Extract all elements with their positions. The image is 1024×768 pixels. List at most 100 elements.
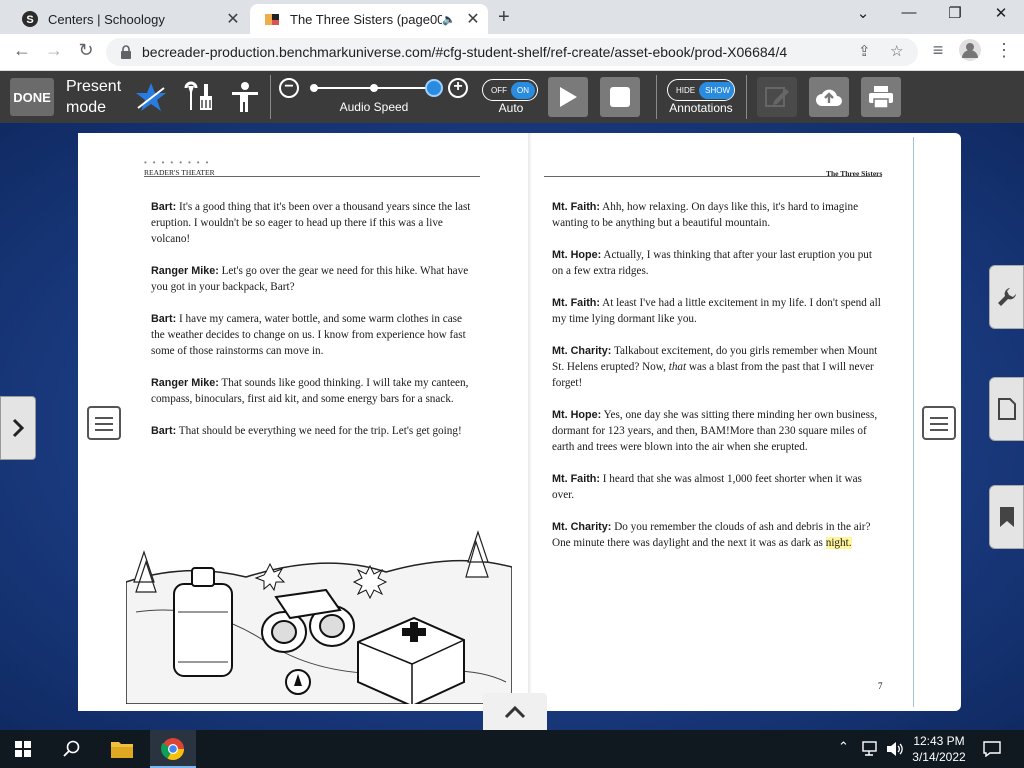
speaker-name: Mt. Hope: bbox=[552, 409, 602, 421]
profile-avatar-icon[interactable] bbox=[958, 39, 982, 66]
tab-three-sisters[interactable]: The Three Sisters (page0060 🔈 ✕ bbox=[250, 4, 488, 34]
browser-tab-strip: S Centers | Schoology ✕ The Three Sister… bbox=[0, 0, 1024, 34]
highlighted-word: night. bbox=[825, 537, 852, 549]
annotations-hide-label: HIDE bbox=[676, 85, 696, 95]
hiking-gear-illustration bbox=[126, 530, 512, 704]
close-window-button[interactable]: ✕ bbox=[978, 4, 1024, 22]
toolbar-divider bbox=[746, 75, 747, 119]
schoology-favicon-icon: S bbox=[22, 11, 38, 27]
new-tab-button[interactable]: + bbox=[498, 6, 510, 29]
auto-label: Auto bbox=[498, 101, 524, 115]
print-button[interactable] bbox=[861, 77, 901, 117]
search-icon[interactable] bbox=[63, 740, 81, 758]
audio-playing-icon[interactable]: 🔈 bbox=[442, 13, 456, 26]
chrome-taskbar-button[interactable] bbox=[150, 730, 196, 768]
book-favicon-icon bbox=[265, 14, 279, 25]
speaker-name: Bart: bbox=[151, 425, 177, 437]
script-line: Mt. Faith: Ahh, how relaxing. On days li… bbox=[552, 199, 882, 231]
line-text-italic: that bbox=[668, 361, 687, 373]
reload-icon[interactable]: ↻ bbox=[74, 40, 98, 61]
stop-icon bbox=[610, 87, 630, 107]
bookmarks-panel-tab[interactable] bbox=[989, 485, 1024, 549]
reading-list-icon[interactable]: ≡ bbox=[926, 40, 950, 61]
speaker-name: Mt. Faith: bbox=[552, 473, 600, 485]
script-line: Bart: That should be everything we need … bbox=[151, 423, 473, 439]
annotations-toggle[interactable]: HIDE SHOW bbox=[667, 79, 735, 101]
speaker-name: Mt. Faith: bbox=[552, 201, 600, 213]
present-mode-button[interactable]: Present mode bbox=[66, 76, 121, 118]
tab-schoology[interactable]: S Centers | Schoology ✕ bbox=[8, 4, 248, 34]
clock[interactable]: 12:43 PM 3/14/2022 bbox=[906, 733, 972, 765]
share-icon[interactable]: ⇪ bbox=[858, 42, 871, 60]
upload-button[interactable] bbox=[809, 77, 849, 117]
close-tab-icon[interactable]: ✕ bbox=[222, 9, 244, 29]
volume-icon[interactable] bbox=[886, 741, 904, 757]
chrome-menu-icon[interactable]: ⋮ bbox=[992, 40, 1016, 61]
audio-speed-thumb[interactable] bbox=[425, 79, 443, 97]
script-line: Mt. Charity: Talkabout excitement, do yo… bbox=[552, 343, 882, 391]
tray-chevron-up-icon[interactable]: ⌃ bbox=[838, 739, 849, 755]
script-line: Ranger Mike: Let's go over the gear we n… bbox=[151, 263, 473, 295]
header-rule bbox=[144, 176, 480, 177]
header-rule bbox=[544, 176, 882, 177]
edit-button[interactable] bbox=[757, 77, 797, 117]
right-page-menu-icon[interactable] bbox=[922, 406, 956, 440]
script-line: Mt. Hope: Actually, I was thinking that … bbox=[552, 247, 882, 279]
auto-toggle[interactable]: OFF ON bbox=[482, 79, 538, 101]
toolbar-divider bbox=[270, 75, 271, 119]
document-icon bbox=[997, 398, 1016, 420]
auto-on-label: ON bbox=[511, 81, 535, 99]
show-thumbnails-button[interactable] bbox=[483, 693, 547, 730]
bookmark-icon bbox=[999, 507, 1014, 527]
restore-button[interactable]: ❐ bbox=[932, 4, 978, 22]
accessibility-icon[interactable] bbox=[228, 80, 262, 114]
line-text: It's a good thing that it's been over a … bbox=[151, 201, 471, 245]
script-line: Mt. Faith: I heard that she was almost 1… bbox=[552, 471, 882, 503]
speaker-name: Ranger Mike: bbox=[151, 377, 219, 389]
screen: S Centers | Schoology ✕ The Three Sister… bbox=[0, 0, 1024, 768]
notes-panel-tab[interactable] bbox=[989, 377, 1024, 441]
tools-icon[interactable] bbox=[182, 80, 216, 114]
tab-title: The Three Sisters (page0060 bbox=[290, 11, 442, 27]
speaker-name: Mt. Charity: bbox=[552, 521, 612, 533]
minimize-button[interactable]: — bbox=[886, 4, 932, 21]
left-page-menu-icon[interactable] bbox=[87, 406, 121, 440]
url-field[interactable]: becreader-production.benchmarkuniverse.c… bbox=[106, 38, 918, 66]
toolbar-divider bbox=[656, 75, 657, 119]
bookmark-star-icon[interactable]: ☆ bbox=[890, 42, 903, 60]
star-icon[interactable] bbox=[134, 80, 168, 114]
url-text: becreader-production.benchmarkuniverse.c… bbox=[142, 44, 788, 60]
lock-icon bbox=[121, 45, 131, 59]
windows-start-icon[interactable] bbox=[15, 741, 31, 757]
print-icon bbox=[869, 86, 893, 109]
right-page-text: Mt. Faith: Ahh, how relaxing. On days li… bbox=[552, 199, 882, 567]
speed-increase-icon[interactable]: + bbox=[448, 78, 468, 98]
tools-panel-tab[interactable] bbox=[989, 265, 1024, 329]
previous-page-button[interactable] bbox=[0, 396, 36, 460]
speaker-name: Mt. Charity: bbox=[552, 345, 612, 357]
speaker-name: Bart: bbox=[151, 201, 177, 213]
play-button[interactable] bbox=[548, 77, 588, 117]
upload-icon bbox=[816, 89, 842, 106]
annotations-label: Annotations bbox=[669, 101, 733, 115]
speaker-name: Mt. Faith: bbox=[552, 297, 600, 309]
speaker-name: Mt. Hope: bbox=[552, 249, 602, 261]
windows-taskbar: ⌃ 12:43 PM 3/14/2022 bbox=[0, 730, 1024, 768]
file-explorer-icon[interactable] bbox=[110, 739, 134, 759]
notifications-icon[interactable] bbox=[983, 741, 1001, 757]
speed-decrease-icon[interactable]: − bbox=[279, 78, 299, 98]
line-text: That should be everything we need for th… bbox=[176, 425, 462, 437]
line-text: At least I've had a little excitement in… bbox=[552, 297, 881, 325]
script-line: Ranger Mike: That sounds like good think… bbox=[151, 375, 473, 407]
done-button[interactable]: DONE bbox=[10, 78, 54, 116]
auto-off-label: OFF bbox=[491, 85, 507, 95]
tab-search-icon[interactable]: ⌄ bbox=[840, 4, 886, 22]
speed-step-dot bbox=[370, 84, 378, 92]
stop-button[interactable] bbox=[600, 77, 640, 117]
wrench-icon bbox=[997, 288, 1016, 306]
forward-arrow-icon[interactable]: → bbox=[42, 40, 66, 61]
back-arrow-icon[interactable]: ← bbox=[10, 40, 34, 61]
script-line: Mt. Hope: Yes, one day she was sitting t… bbox=[552, 407, 882, 455]
close-tab-icon[interactable]: ✕ bbox=[462, 9, 484, 29]
network-icon[interactable] bbox=[862, 741, 880, 757]
